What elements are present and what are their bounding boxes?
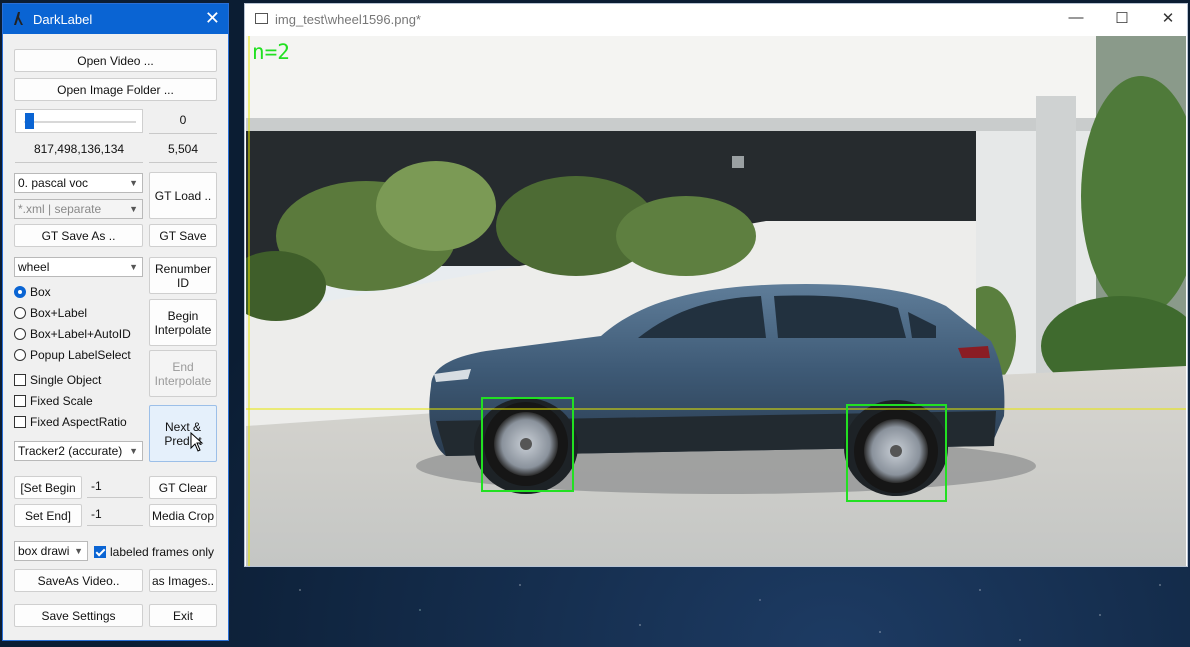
checkbox-label: Fixed AspectRatio [30, 415, 127, 429]
radio-box[interactable]: Box [14, 285, 51, 299]
total-frames-text: 5,504 [149, 138, 217, 163]
image-window-titlebar: img_test\wheel1596.png* — ☐ ✕ [245, 4, 1187, 36]
gt-clear-button[interactable]: GT Clear [149, 476, 217, 499]
label-select-value: wheel [18, 260, 50, 274]
radio-label: Popup LabelSelect [30, 348, 131, 362]
checkbox-indicator [14, 416, 26, 428]
gt-save-as-button[interactable]: GT Save As .. [14, 224, 143, 247]
labeled-frames-only-checkbox[interactable]: labeled frames only [94, 545, 214, 559]
open-video-button[interactable]: Open Video ... [14, 49, 217, 72]
image-window-title: img_test\wheel1596.png* [275, 12, 421, 27]
frame-index-field[interactable]: 0 [149, 109, 217, 134]
next-predict-button[interactable]: Next & Predict [149, 405, 217, 462]
frame-range-text: 817,498,136,134 [15, 138, 143, 163]
close-icon[interactable]: ✕ [1153, 9, 1183, 27]
radio-indicator [14, 349, 26, 361]
gt-load-button[interactable]: GT Load .. [149, 172, 217, 219]
chevron-down-icon: ▼ [74, 542, 83, 560]
annotated-image [246, 36, 1186, 566]
object-count-label: n=2 [252, 40, 290, 64]
radio-indicator [14, 307, 26, 319]
radio-label: Box+Label [30, 306, 88, 320]
radio-label: Box+Label+AutoID [30, 327, 131, 341]
media-crop-button[interactable]: Media Crop [149, 504, 217, 527]
minimize-icon[interactable]: — [1061, 9, 1091, 26]
draw-mode-select[interactable]: box drawi ▼ [14, 541, 88, 561]
slider-thumb[interactable] [25, 113, 34, 129]
file-mode-value: *.xml | separate [18, 202, 102, 216]
save-settings-button[interactable]: Save Settings [14, 604, 143, 627]
draw-mode-value: box drawi [18, 544, 70, 558]
image-canvas[interactable]: n=2 [246, 36, 1186, 566]
format-select[interactable]: 0. pascal voc ▼ [14, 173, 143, 193]
single-object-checkbox[interactable]: Single Object [14, 373, 101, 387]
maximize-icon[interactable]: ☐ [1107, 9, 1137, 27]
checkbox-label: Single Object [30, 373, 102, 387]
file-mode-select: *.xml | separate ▼ [14, 199, 143, 219]
image-file-icon [255, 13, 268, 24]
set-end-button[interactable]: Set End] [14, 504, 82, 527]
begin-frame-field[interactable]: -1 [87, 476, 143, 498]
checkbox-indicator [14, 395, 26, 407]
as-images-button[interactable]: as Images.. [149, 569, 217, 592]
radio-box-label[interactable]: Box+Label [14, 306, 87, 320]
checkbox-indicator [94, 546, 106, 558]
tracker-select[interactable]: Tracker2 (accurate) ▼ [14, 441, 143, 461]
checkbox-label: Fixed Scale [30, 394, 93, 408]
end-frame-field[interactable]: -1 [87, 504, 143, 526]
checkbox-label: labeled frames only [110, 545, 215, 559]
open-image-folder-button[interactable]: Open Image Folder ... [14, 78, 217, 101]
frame-slider[interactable] [15, 109, 143, 133]
radio-label: Box [30, 285, 51, 299]
renumber-id-button[interactable]: Renumber ID [149, 257, 217, 294]
chevron-down-icon: ▼ [129, 262, 138, 272]
radio-box-label-autoid[interactable]: Box+Label+AutoID [14, 327, 131, 341]
app-title: DarkLabel [33, 12, 93, 27]
label-select[interactable]: wheel ▼ [14, 257, 143, 277]
fixed-aspectratio-checkbox[interactable]: Fixed AspectRatio [14, 415, 127, 429]
tracker-select-value: Tracker2 (accurate) [18, 444, 123, 458]
end-interpolate-button[interactable]: End Interpolate [149, 350, 217, 397]
app-logo-icon [14, 12, 23, 25]
radio-popup-labelselect[interactable]: Popup LabelSelect [14, 348, 131, 362]
radio-indicator [14, 286, 26, 298]
close-icon[interactable]: ✕ [205, 8, 220, 28]
save-as-video-button[interactable]: SaveAs Video.. [14, 569, 143, 592]
gt-save-button[interactable]: GT Save [149, 224, 217, 247]
radio-indicator [14, 328, 26, 340]
image-window: img_test\wheel1596.png* — ☐ ✕ n=2 [244, 3, 1188, 567]
slider-track [24, 121, 136, 123]
chevron-down-icon: ▼ [129, 178, 138, 188]
set-begin-button[interactable]: [Set Begin [14, 476, 82, 499]
format-select-value: 0. pascal voc [18, 176, 89, 190]
mouse-cursor-icon [190, 432, 204, 452]
panel-titlebar: DarkLabel ✕ [3, 4, 228, 34]
exit-button[interactable]: Exit [149, 604, 217, 627]
darklabel-panel: DarkLabel ✕ Open Video ... Open Image Fo… [2, 3, 229, 641]
chevron-down-icon: ▼ [129, 204, 138, 214]
fixed-scale-checkbox[interactable]: Fixed Scale [14, 394, 93, 408]
begin-interpolate-button[interactable]: Begin Interpolate [149, 299, 217, 346]
checkbox-indicator [14, 374, 26, 386]
chevron-down-icon: ▼ [129, 446, 138, 456]
